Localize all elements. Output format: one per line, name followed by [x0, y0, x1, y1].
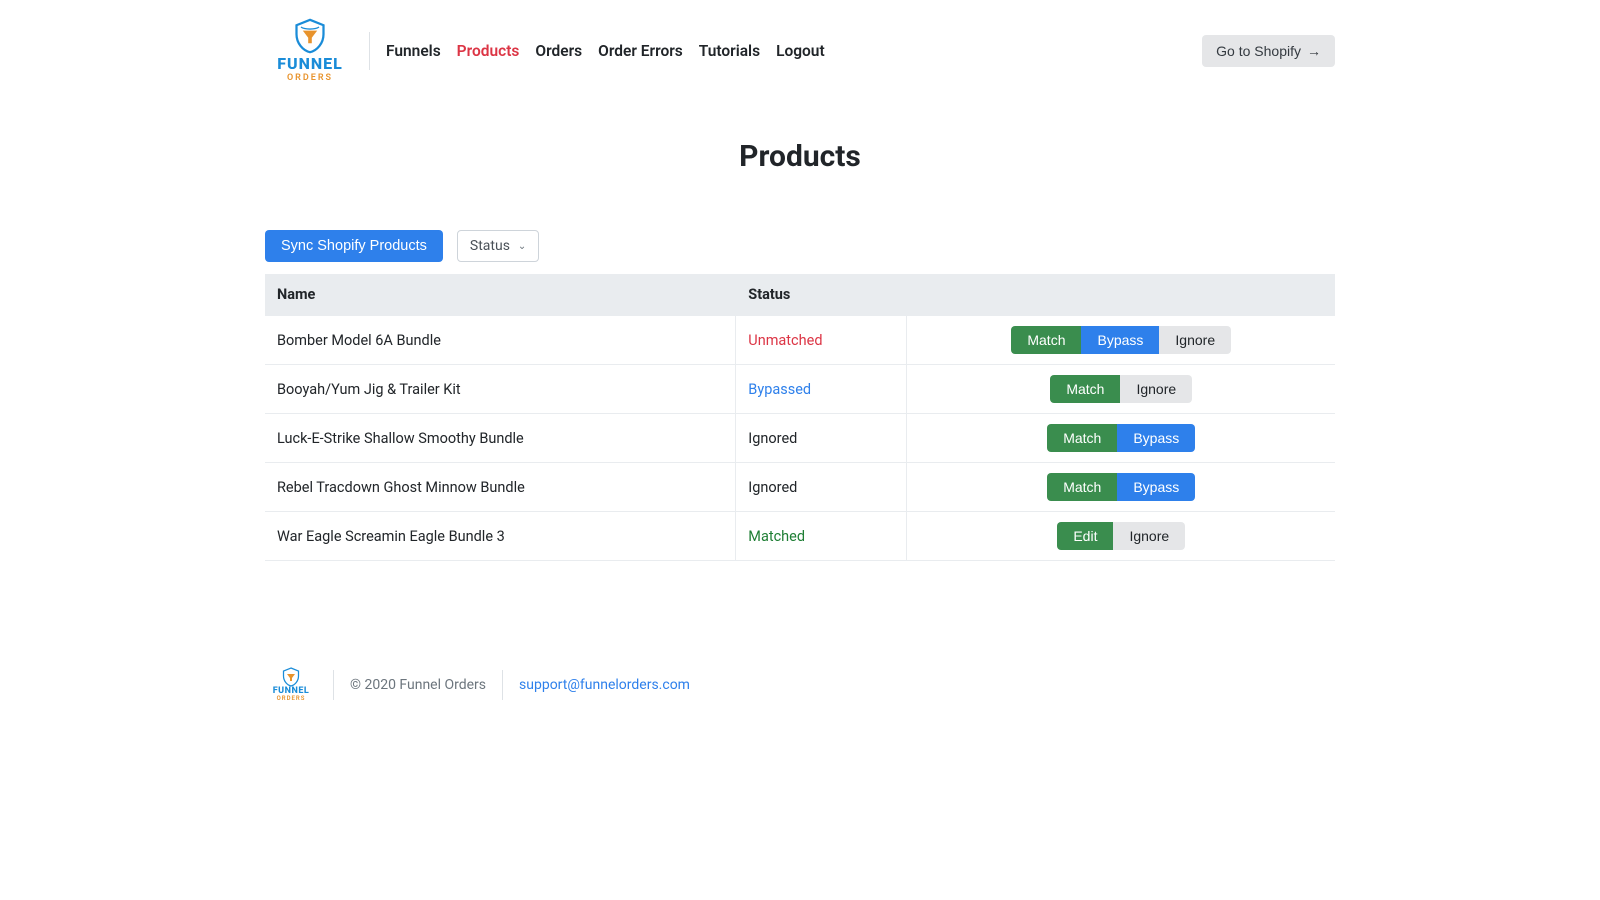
footer-logo-text-bottom: ORDERS [277, 696, 306, 702]
arrow-right-icon: → [1307, 43, 1321, 59]
chevron-down-icon: ⌄ [518, 241, 526, 252]
nav-logout[interactable]: Logout [776, 42, 825, 60]
product-status: Ignored [736, 414, 907, 463]
funnel-shield-icon [281, 667, 301, 687]
product-status: Bypassed [736, 365, 907, 414]
header: FUNNEL ORDERS Funnels Products Orders Order… [265, 0, 1335, 95]
nav-products[interactable]: Products [457, 42, 520, 60]
footer-divider [333, 670, 334, 700]
product-actions: MatchBypassIgnore [907, 316, 1335, 365]
action-group: MatchBypass [1047, 424, 1195, 452]
product-actions: MatchBypass [907, 414, 1335, 463]
ignore-button[interactable]: Ignore [1159, 326, 1231, 354]
product-status: Ignored [736, 463, 907, 512]
status-filter-label: Status [470, 238, 510, 254]
bypass-button[interactable]: Bypass [1117, 473, 1195, 501]
nav-funnels[interactable]: Funnels [386, 42, 441, 60]
action-group: MatchIgnore [1050, 375, 1192, 403]
main-nav: Funnels Products Orders Order Errors Tutoria… [386, 42, 825, 60]
match-button[interactable]: Match [1011, 326, 1081, 354]
actions-row: Sync Shopify Products Status ⌄ [265, 230, 1335, 262]
products-tbody: Bomber Model 6A BundleUnmatchedMatchBypa… [265, 316, 1335, 561]
product-actions: EditIgnore [907, 512, 1335, 561]
table-row: Bomber Model 6A BundleUnmatched MatchBypa… [265, 316, 1335, 365]
product-name: Bomber Model 6A Bundle [265, 316, 736, 365]
sync-shopify-products-button[interactable]: Sync Shopify Products [265, 230, 443, 262]
logo-text-bottom: ORDERS [287, 74, 333, 83]
match-button[interactable]: Match [1050, 375, 1120, 403]
action-group: MatchBypass [1047, 473, 1195, 501]
nav-divider [369, 32, 370, 70]
ignore-button[interactable]: Ignore [1120, 375, 1192, 403]
action-group: MatchBypassIgnore [1011, 326, 1231, 354]
logo-text-top: FUNNEL [277, 56, 343, 72]
product-status: Unmatched [736, 316, 907, 365]
column-header-status: Status [736, 274, 907, 316]
bypass-button[interactable]: Bypass [1081, 326, 1159, 354]
go-to-shopify-label: Go to Shopify [1216, 43, 1301, 59]
match-button[interactable]: Match [1047, 473, 1117, 501]
footer-copyright: © 2020 Funnel Orders [350, 677, 486, 693]
edit-button[interactable]: Edit [1057, 522, 1113, 550]
action-group: EditIgnore [1057, 522, 1185, 550]
nav-tutorials[interactable]: Tutorials [699, 42, 760, 60]
product-name: Luck-E-Strike Shallow Smoothy Bundle [265, 414, 736, 463]
product-name: War Eagle Screamin Eagle Bundle 3 [265, 512, 736, 561]
table-row: Luck-E-Strike Shallow Smoothy BundleIgno… [265, 414, 1335, 463]
product-actions: MatchBypass [907, 463, 1335, 512]
bypass-button[interactable]: Bypass [1117, 424, 1195, 452]
footer-divider [502, 670, 503, 700]
go-to-shopify-button[interactable]: Go to Shopify → [1202, 35, 1335, 67]
nav-order-errors[interactable]: Order Errors [598, 42, 683, 60]
status-filter-select[interactable]: Status ⌄ [457, 230, 539, 262]
funnel-shield-icon [292, 18, 328, 54]
table-row: War Eagle Screamin Eagle Bundle 3Matched… [265, 512, 1335, 561]
product-status: Matched [736, 512, 907, 561]
products-table: Name Status Bomber Model 6A BundleUnmatc… [265, 274, 1335, 561]
product-name: Booyah/Yum Jig & Trailer Kit [265, 365, 736, 414]
product-name: Rebel Tracdown Ghost Minnow Bundle [265, 463, 736, 512]
table-row: Rebel Tracdown Ghost Minnow BundleIgnore… [265, 463, 1335, 512]
column-header-name: Name [265, 274, 736, 316]
page-title: Products [265, 139, 1335, 174]
logo[interactable]: FUNNEL ORDERS [265, 18, 355, 83]
nav-orders[interactable]: Orders [535, 42, 582, 60]
column-header-actions [907, 274, 1335, 316]
ignore-button[interactable]: Ignore [1113, 522, 1185, 550]
product-actions: MatchIgnore [907, 365, 1335, 414]
footer-logo[interactable]: FUNNEL ORDERS [265, 667, 317, 702]
footer: FUNNEL ORDERS © 2020 Funnel Orders suppo… [265, 661, 1335, 732]
footer-support-email[interactable]: support@funnelorders.com [519, 677, 690, 693]
match-button[interactable]: Match [1047, 424, 1117, 452]
table-row: Booyah/Yum Jig & Trailer KitBypassed Matc… [265, 365, 1335, 414]
